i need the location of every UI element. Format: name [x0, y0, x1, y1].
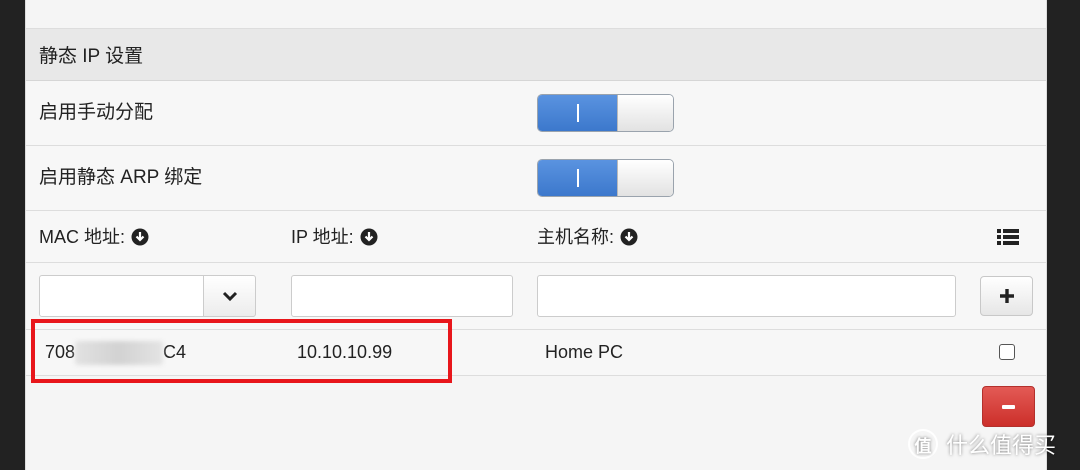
mac-input[interactable]	[39, 275, 205, 317]
watermark-text: 什么值得买	[946, 433, 1057, 458]
toggle-on-segment	[538, 160, 617, 196]
watermark-logo: 值	[908, 429, 938, 459]
chevron-down-icon	[222, 291, 237, 302]
setting-row-manual-assign: 启用手动分配	[26, 81, 1046, 146]
column-ip-label: IP 地址:	[291, 227, 354, 247]
remove-entry-button[interactable]	[982, 386, 1035, 427]
sort-down-circle-icon[interactable]	[360, 228, 378, 246]
toggle-knob	[617, 160, 673, 196]
static-arp-toggle[interactable]	[537, 159, 674, 197]
column-mac[interactable]: MAC 地址:	[39, 211, 149, 263]
watermark: 值 什么值得买	[908, 424, 1056, 464]
ip-cell: 10.10.10.99	[297, 342, 393, 362]
section-heading: 静态 IP 设置	[26, 29, 1046, 81]
new-entry-row	[26, 263, 1046, 330]
panel-top-strip	[26, 0, 1046, 29]
column-ip[interactable]: IP 地址:	[291, 211, 378, 263]
toggle-on-segment	[538, 95, 617, 131]
mac-dropdown-button[interactable]	[203, 275, 256, 317]
mac-prefix: 708	[45, 342, 76, 362]
manual-assign-label: 启用手动分配	[39, 102, 154, 123]
section-title: 静态 IP 设置	[39, 46, 144, 67]
column-hostname-label: 主机名称:	[537, 227, 615, 247]
column-mac-label: MAC 地址:	[39, 227, 126, 247]
add-entry-button[interactable]	[980, 276, 1033, 316]
sort-down-circle-icon[interactable]	[131, 228, 149, 246]
table-row: 708 C4 10.10.10.99 Home PC	[26, 330, 1046, 376]
static-arp-label: 启用静态 ARP 绑定	[39, 167, 203, 188]
manual-assign-toggle[interactable]	[537, 94, 674, 132]
plus-icon	[999, 289, 1014, 303]
ip-input[interactable]	[291, 275, 513, 317]
setting-row-static-arp: 启用静态 ARP 绑定	[26, 146, 1046, 211]
mac-suffix: C4	[163, 342, 187, 362]
toggle-knob	[617, 95, 673, 131]
row-select-checkbox[interactable]	[999, 344, 1015, 360]
mac-redaction	[75, 341, 164, 366]
sort-down-circle-icon[interactable]	[620, 228, 638, 246]
table-header: MAC 地址: IP 地址: 主机名称:	[26, 211, 1046, 263]
static-ip-panel: 静态 IP 设置 启用手动分配 启用静态 ARP 绑定 MAC 地址: IP 地…	[25, 0, 1047, 470]
hostname-cell: Home PC	[545, 342, 624, 362]
minus-icon	[1002, 404, 1015, 409]
mac-cell: 708 C4	[45, 330, 186, 375]
column-hostname[interactable]: 主机名称:	[537, 211, 638, 263]
list-icon[interactable]	[997, 228, 1019, 246]
hostname-input[interactable]	[537, 275, 956, 317]
